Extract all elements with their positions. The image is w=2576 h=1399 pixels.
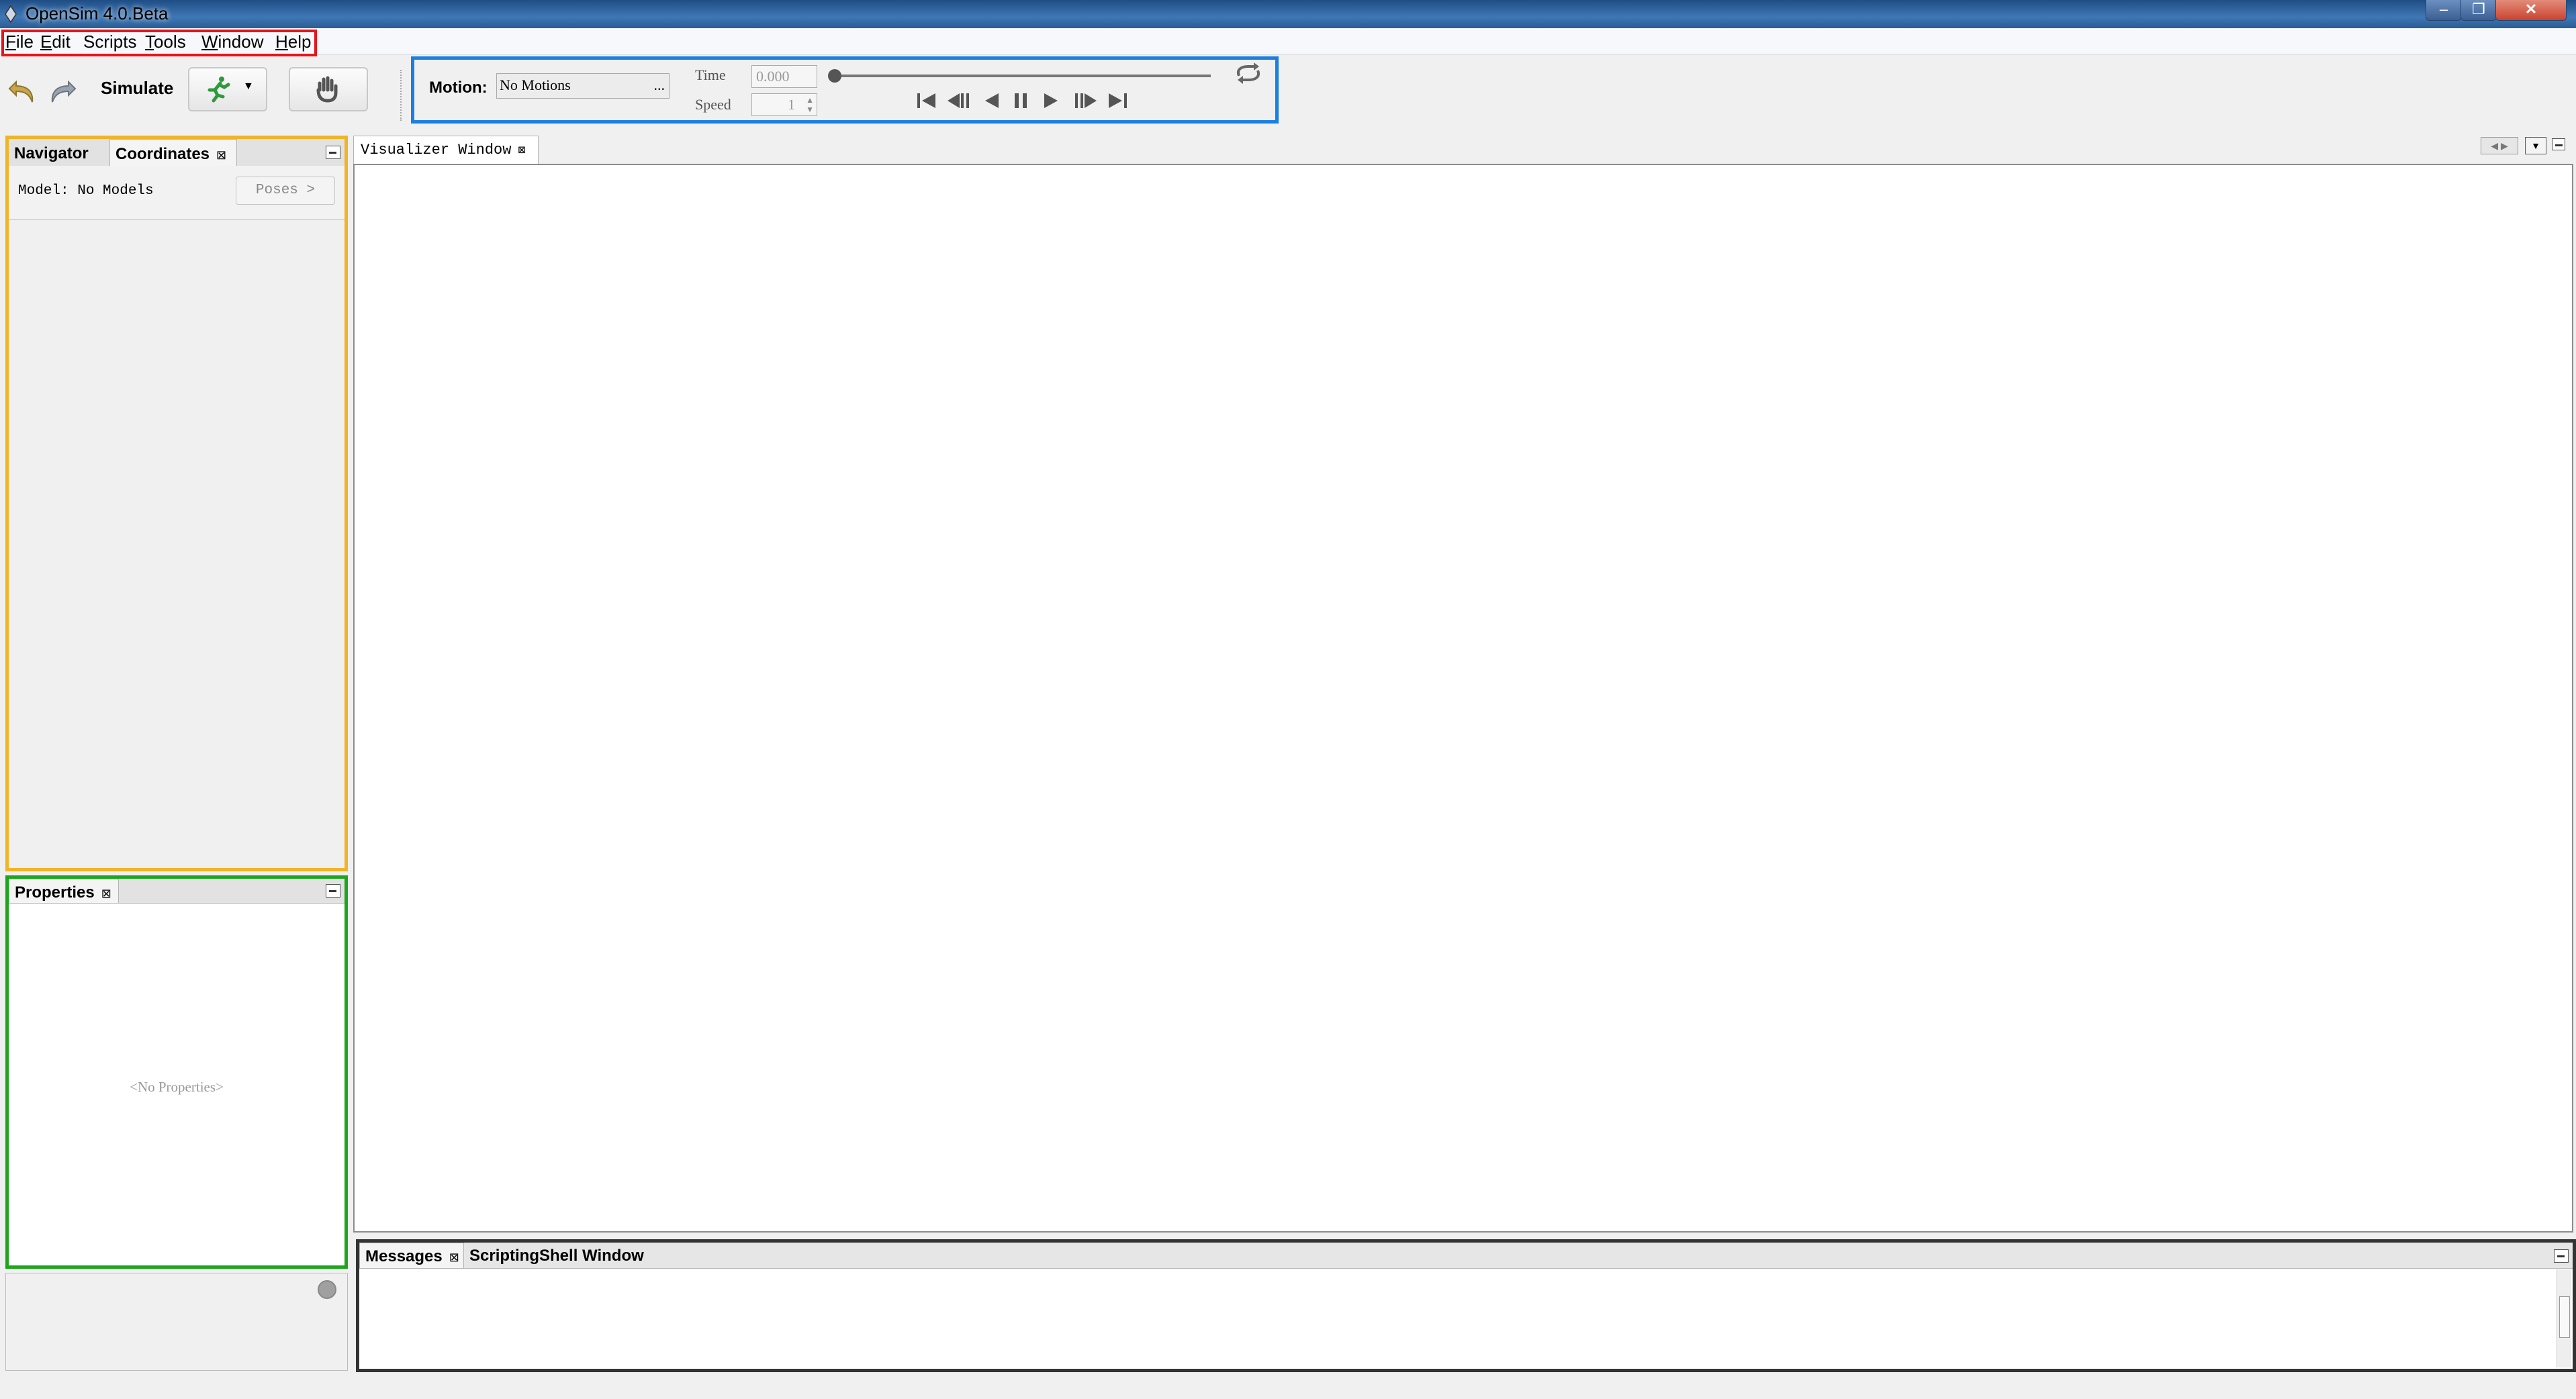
speed-stepper[interactable]: 1 ▲ ▼ <box>751 93 817 116</box>
tab-navigator[interactable]: Navigator <box>9 139 109 166</box>
hand-tool-button[interactable] <box>289 67 368 111</box>
time-label: Time <box>695 66 726 83</box>
tab-visualizer-window[interactable]: Visualizer Window ⊠ <box>353 136 539 164</box>
redo-icon[interactable] <box>46 74 78 106</box>
main-toolbar: Simulate ▼ <box>0 56 2576 129</box>
speed-value: 1 <box>788 96 795 113</box>
spinner-arrows-icon[interactable]: ▲ ▼ <box>806 95 814 114</box>
simulate-label: Simulate <box>101 78 174 98</box>
bottom-left-panel <box>5 1273 348 1371</box>
chevron-down-icon: ▼ <box>243 81 254 92</box>
step-forward-icon[interactable] <box>1071 91 1098 111</box>
undo-icon[interactable] <box>7 74 39 106</box>
run-simulation-button[interactable]: ▼ <box>188 67 267 111</box>
chevron-down-icon[interactable]: ▼ <box>2525 137 2546 154</box>
properties-panel: Properties ⊠ <No Properties> <box>5 875 348 1269</box>
motion-select[interactable]: No Motions ... <box>496 73 670 99</box>
messages-tabbar: Messages ⊠ ScriptingShell Window <box>359 1243 2573 1269</box>
close-tab-icon[interactable]: ⊠ <box>101 887 111 900</box>
close-tab-icon[interactable]: ⊠ <box>518 144 525 158</box>
messages-panel: Messages ⊠ ScriptingShell Window <box>356 1239 2576 1372</box>
close-tab-icon[interactable]: ⊠ <box>449 1251 459 1264</box>
speed-label: Speed <box>695 96 731 113</box>
opensim-app-icon <box>5 5 17 23</box>
loop-icon[interactable] <box>1234 62 1263 84</box>
navigator-tabbar: Navigator Coordinates ⊠ <box>9 139 344 166</box>
messages-scrollbar[interactable] <box>2557 1269 2571 1367</box>
model-row: Model: No Models Poses > <box>9 166 344 220</box>
status-bar <box>0 1375 2576 1399</box>
time-field[interactable]: 0.000 <box>751 65 817 88</box>
minimize-panel-icon[interactable] <box>2552 138 2565 150</box>
skip-to-end-icon[interactable] <box>1106 91 1129 111</box>
navigator-panel: Navigator Coordinates ⊠ Model: No Models … <box>5 136 348 871</box>
visualizer-canvas[interactable] <box>353 164 2573 1233</box>
close-tab-icon[interactable]: ⊠ <box>216 148 226 162</box>
menu-highlight-box <box>1 30 317 56</box>
window-title: OpenSim 4.0.Beta <box>26 3 169 23</box>
motion-playback-panel: Motion: No Motions ... Time 0.000 Speed … <box>411 56 1279 124</box>
tab-properties[interactable]: Properties ⊠ <box>9 879 119 903</box>
tab-scriptingshell-window[interactable]: ScriptingShell Window <box>464 1243 659 1268</box>
pause-icon[interactable] <box>1012 91 1029 111</box>
close-button[interactable]: ✕ <box>2495 0 2567 21</box>
no-properties-text: <No Properties> <box>130 1079 224 1095</box>
model-label: Model: No Models <box>18 183 154 199</box>
tab-coordinates[interactable]: Coordinates ⊠ <box>109 139 237 166</box>
title-bar: OpenSim 4.0.Beta – ❐ ✕ <box>0 0 2576 28</box>
motion-label: Motion: <box>429 79 488 97</box>
minimize-panel-icon[interactable] <box>326 884 340 898</box>
running-figure-icon <box>208 77 230 103</box>
step-back-icon[interactable] <box>946 91 973 111</box>
menu-bar: File Edit Scripts Tools Window Help <box>0 28 2576 55</box>
motion-selected-value: No Motions <box>500 77 571 93</box>
poses-button[interactable]: Poses > <box>236 177 335 205</box>
skip-to-start-icon[interactable] <box>915 91 938 111</box>
play-reverse-icon[interactable] <box>982 91 1001 111</box>
time-slider[interactable] <box>833 75 1211 77</box>
play-icon[interactable] <box>1042 91 1060 111</box>
minimize-panel-icon[interactable] <box>326 146 340 159</box>
minimize-button[interactable]: – <box>2426 0 2462 21</box>
help-circle-icon[interactable] <box>318 1280 336 1299</box>
motion-browse-button[interactable]: ... <box>654 77 665 94</box>
tab-messages[interactable]: Messages ⊠ <box>359 1243 464 1268</box>
time-slider-knob[interactable] <box>828 69 841 83</box>
maximize-button[interactable]: ❐ <box>2460 0 2497 21</box>
minimize-panel-icon[interactable] <box>2554 1249 2569 1263</box>
hand-icon <box>316 76 338 103</box>
properties-tabbar: Properties ⊠ <box>9 879 344 904</box>
scroll-tabs-icon[interactable]: ◀ ▶ <box>2481 137 2518 154</box>
